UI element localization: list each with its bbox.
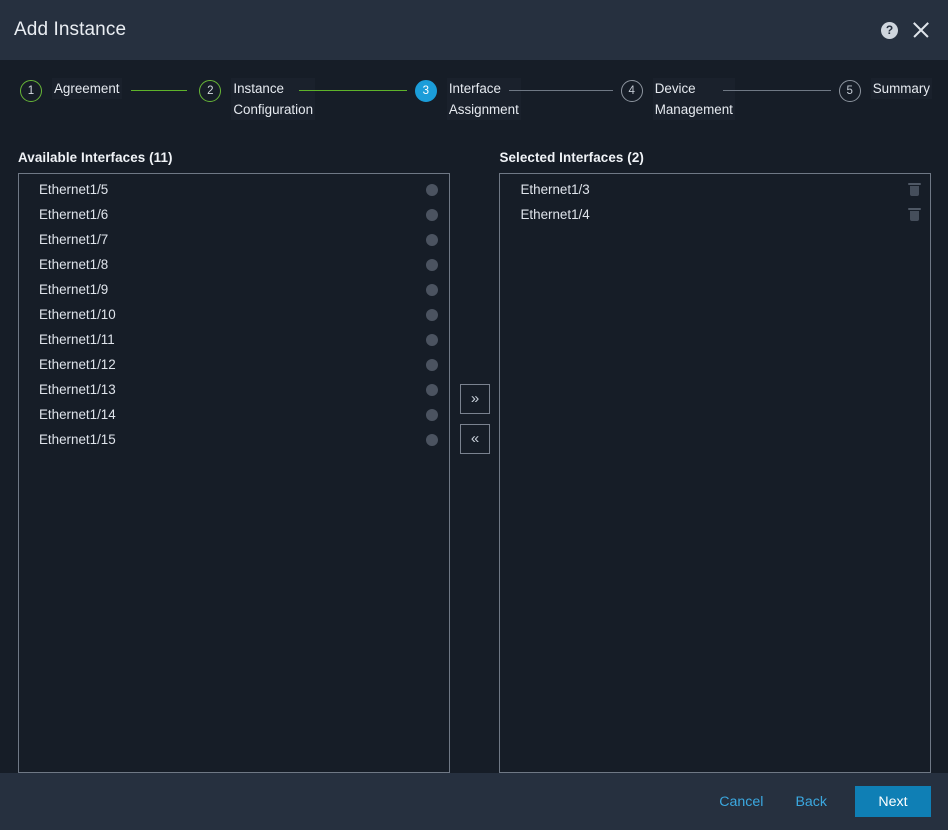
step-label-agreement: Agreement xyxy=(52,78,122,99)
selected-interfaces-title: Selected Interfaces (2) xyxy=(499,150,644,165)
interface-assignment-content: Available Interfaces (11) Ethernet1/5 Eth… xyxy=(0,132,948,773)
status-dot-icon xyxy=(425,358,438,371)
selected-interfaces-box[interactable]: Ethernet1/3 Ethernet1/4 xyxy=(499,173,931,773)
add-instance-dialog: Add Instance ? 1 Agreement 2 Instance Co… xyxy=(0,0,948,830)
status-dot-icon xyxy=(425,383,438,396)
header-actions: ? xyxy=(881,19,932,41)
move-left-button[interactable]: « xyxy=(459,424,490,454)
available-interface-row[interactable]: Ethernet1/9 xyxy=(19,277,449,302)
dialog-header: Add Instance ? xyxy=(0,0,948,60)
status-dot-icon xyxy=(425,183,438,196)
step-connector-3-4 xyxy=(508,90,613,92)
interface-name: Ethernet1/5 xyxy=(39,182,109,197)
available-interface-row[interactable]: Ethernet1/7 xyxy=(19,227,449,252)
step-number-4: 4 xyxy=(620,80,643,102)
selected-interfaces-panel: Selected Interfaces (2) Ethernet1/3 Ether… xyxy=(499,150,931,773)
interface-name: Ethernet1/15 xyxy=(39,432,116,447)
interface-name: Ethernet1/4 xyxy=(520,207,590,222)
step-instance-configuration[interactable]: 2 Instance Configuration xyxy=(199,78,316,120)
step-label-instance-configuration: Instance Configuration xyxy=(231,78,316,120)
step-interface-assignment[interactable]: 3 Interface Assignment xyxy=(414,78,521,120)
available-interface-row[interactable]: Ethernet1/14 xyxy=(19,402,449,427)
interface-name: Ethernet1/13 xyxy=(39,382,116,397)
available-interfaces-box[interactable]: Ethernet1/5 Ethernet1/6 Ethernet1/7 Etherne… xyxy=(18,173,450,773)
status-dot-icon xyxy=(425,208,438,221)
interface-name: Ethernet1/11 xyxy=(39,332,115,347)
available-interface-row[interactable]: Ethernet1/12 xyxy=(19,352,449,377)
trash-icon[interactable] xyxy=(908,182,921,197)
step-connector-1-2 xyxy=(130,90,188,92)
dialog-footer: Cancel Back Next xyxy=(0,773,948,830)
move-right-button[interactable]: » xyxy=(459,384,490,414)
available-interface-row[interactable]: Ethernet1/11 xyxy=(19,327,449,352)
available-interface-row[interactable]: Ethernet1/13 xyxy=(19,377,449,402)
available-interfaces-panel: Available Interfaces (11) Ethernet1/5 Eth… xyxy=(18,150,450,773)
interface-name: Ethernet1/3 xyxy=(520,182,590,197)
selected-interfaces-list: Ethernet1/3 Ethernet1/4 xyxy=(500,177,930,227)
step-connector-2-3 xyxy=(299,90,407,92)
step-number-5: 5 xyxy=(838,80,861,102)
available-interface-row[interactable]: Ethernet1/8 xyxy=(19,252,449,277)
available-interface-row[interactable]: Ethernet1/15 xyxy=(19,427,449,452)
interface-name: Ethernet1/12 xyxy=(39,357,116,372)
status-dot-icon xyxy=(425,233,438,246)
close-icon[interactable] xyxy=(910,19,932,41)
step-number-2: 2 xyxy=(199,80,222,102)
available-interfaces-title: Available Interfaces (11) xyxy=(18,150,173,165)
step-agreement[interactable]: 1 Agreement xyxy=(20,78,122,102)
step-label-interface-assignment: Interface Assignment xyxy=(446,78,521,120)
back-button[interactable]: Back xyxy=(779,788,843,816)
interface-name: Ethernet1/8 xyxy=(39,257,109,272)
step-number-3: 3 xyxy=(414,80,437,102)
step-device-management[interactable]: 4 Device Management xyxy=(620,78,735,120)
interface-name: Ethernet1/10 xyxy=(39,307,116,322)
step-summary[interactable]: 5 Summary xyxy=(838,78,932,102)
interface-name: Ethernet1/6 xyxy=(39,207,109,222)
available-interfaces-list: Ethernet1/5 Ethernet1/6 Ethernet1/7 Etherne… xyxy=(19,177,449,452)
dialog-title: Add Instance xyxy=(14,19,127,40)
step-label-device-management: Device Management xyxy=(652,78,735,120)
transfer-controls-area: » « xyxy=(450,150,500,773)
help-circle-icon[interactable]: ? xyxy=(881,21,898,39)
wizard-stepper: 1 Agreement 2 Instance Configuration 3 I… xyxy=(0,60,948,132)
step-connector-4-5 xyxy=(722,90,831,92)
transfer-controls: » « xyxy=(450,384,500,454)
available-interface-row[interactable]: Ethernet1/10 xyxy=(19,302,449,327)
step-label-summary: Summary xyxy=(870,78,932,99)
interface-name: Ethernet1/14 xyxy=(39,407,116,422)
interface-name: Ethernet1/9 xyxy=(39,282,109,297)
selected-interface-row[interactable]: Ethernet1/4 xyxy=(500,202,930,227)
status-dot-icon xyxy=(425,258,438,271)
selected-interface-row[interactable]: Ethernet1/3 xyxy=(500,177,930,202)
available-interface-row[interactable]: Ethernet1/5 xyxy=(19,177,449,202)
status-dot-icon xyxy=(425,433,438,446)
available-interface-row[interactable]: Ethernet1/6 xyxy=(19,202,449,227)
interface-name: Ethernet1/7 xyxy=(39,232,109,247)
status-dot-icon xyxy=(425,408,438,421)
status-dot-icon xyxy=(425,333,438,346)
step-number-1: 1 xyxy=(20,80,42,102)
status-dot-icon xyxy=(425,283,438,296)
trash-icon[interactable] xyxy=(908,207,921,222)
status-dot-icon xyxy=(425,308,438,321)
cancel-button[interactable]: Cancel xyxy=(703,788,779,816)
next-button[interactable]: Next xyxy=(855,786,931,817)
